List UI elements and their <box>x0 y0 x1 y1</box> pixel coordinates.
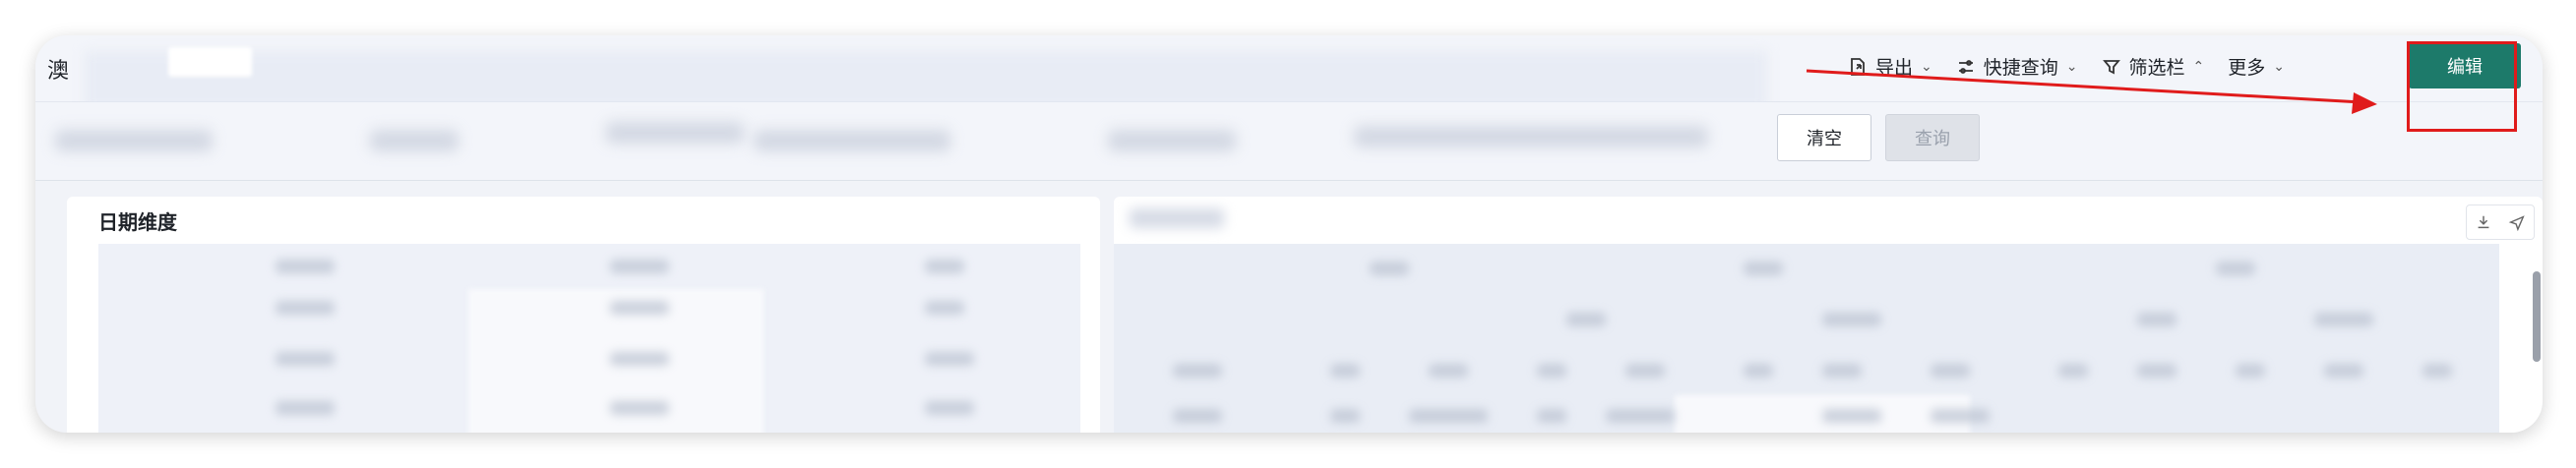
table-header-cell <box>1566 313 1606 326</box>
table-header-cell <box>1173 364 1222 378</box>
sliders-icon <box>1958 59 1973 74</box>
export-label: 导出 <box>1875 57 1914 79</box>
table-header-cell <box>2216 262 2255 275</box>
highlight-box <box>2407 41 2517 132</box>
chevron-down-icon: ⌄ <box>2273 58 2285 75</box>
page-title: 澳 <box>47 59 70 84</box>
more-menu[interactable]: 更多 ⌄ <box>2228 53 2285 80</box>
table-cell <box>1173 409 1222 423</box>
data-table <box>98 244 1080 433</box>
table-cell <box>925 301 964 315</box>
table-cell <box>276 401 335 415</box>
table-cell <box>1606 409 1675 423</box>
clear-button[interactable]: 清空 <box>1777 114 1871 161</box>
more-label: 更多 <box>2228 57 2266 79</box>
filter-bar-label: 筛选栏 <box>2128 57 2185 79</box>
table-header-cell <box>2058 364 2088 378</box>
query-button[interactable]: 查询 <box>1885 114 1980 161</box>
blurred-filter <box>754 130 951 151</box>
table-cell <box>610 401 669 415</box>
toolbar-actions: 导出 ⌄ 快捷查询 ⌄ 筛选栏 ⌃ 更多 ⌄ <box>1848 53 2285 80</box>
date-dimension-panel: 日期维度 <box>67 197 1100 433</box>
table-header-cell <box>276 260 335 273</box>
table-header-cell <box>610 260 669 273</box>
table-header-cell <box>1429 364 1468 378</box>
table-cell <box>1330 409 1360 423</box>
table-cell <box>610 301 669 315</box>
blurred-panel-title <box>1130 208 1224 228</box>
table-header-cell <box>1744 262 1783 275</box>
blurred-filter <box>55 130 213 151</box>
table-cell <box>276 352 335 366</box>
cross-table-panel <box>1114 197 2543 433</box>
send-icon[interactable] <box>2508 213 2526 231</box>
table-header-cell <box>925 260 964 273</box>
table-header-cell <box>2314 313 2373 326</box>
app-window: 澳 导出 ⌄ 快捷查询 ⌄ 筛选栏 ⌃ 更多 ⌄ 清空 查询 日期维度 编辑 <box>35 35 2543 433</box>
chevron-up-icon: ⌃ <box>2192 58 2205 75</box>
tab-chip[interactable] <box>168 47 252 77</box>
download-icon[interactable] <box>2475 213 2492 231</box>
panel-actions <box>2466 205 2535 240</box>
blurred-filter <box>1108 130 1236 151</box>
table-header-cell <box>2324 364 2363 378</box>
table-header-cell <box>1822 313 1881 326</box>
filter-icon <box>2102 59 2120 74</box>
table-cell <box>1537 409 1566 423</box>
table-header-cell <box>2137 313 2177 326</box>
table-cell <box>1409 409 1488 423</box>
blurred-region <box>85 51 1767 110</box>
export-icon <box>1851 57 1865 76</box>
table-header-cell <box>1744 364 1773 378</box>
table-header-cell <box>1370 262 1409 275</box>
vertical-scrollbar[interactable] <box>2533 271 2541 362</box>
chevron-down-icon: ⌄ <box>2065 58 2078 75</box>
quick-query-label: 快捷查询 <box>1983 57 2058 79</box>
blurred-filter <box>370 130 459 151</box>
table-cell <box>276 301 335 315</box>
filter-bar <box>35 102 2543 181</box>
table-header-cell <box>2137 364 2177 378</box>
pivot-table <box>1114 244 2499 433</box>
table-header-cell <box>2423 364 2452 378</box>
table-cell <box>1822 409 1881 423</box>
table-cell <box>925 401 974 415</box>
table-cell <box>1931 409 1990 423</box>
blurred-filter <box>1354 126 1708 147</box>
chevron-down-icon: ⌄ <box>1921 58 1932 75</box>
filter-bar-toggle[interactable]: 筛选栏 ⌃ <box>2102 53 2205 80</box>
table-cell <box>610 352 669 366</box>
export-menu[interactable]: 导出 ⌄ <box>1848 53 1932 80</box>
quick-query-menu[interactable]: 快捷查询 ⌄ <box>1956 53 2078 80</box>
table-header-cell <box>2236 364 2265 378</box>
table-header-cell <box>1625 364 1665 378</box>
blurred-filter <box>606 122 744 144</box>
table-header-cell <box>1931 364 1970 378</box>
table-cell <box>925 352 974 366</box>
panel-title: 日期维度 <box>98 210 177 234</box>
table-header-cell <box>1330 364 1360 378</box>
table-header-cell <box>1537 364 1566 378</box>
top-toolbar: 澳 导出 ⌄ 快捷查询 ⌄ 筛选栏 ⌃ 更多 ⌄ <box>35 35 2543 110</box>
table-header-cell <box>1822 364 1862 378</box>
